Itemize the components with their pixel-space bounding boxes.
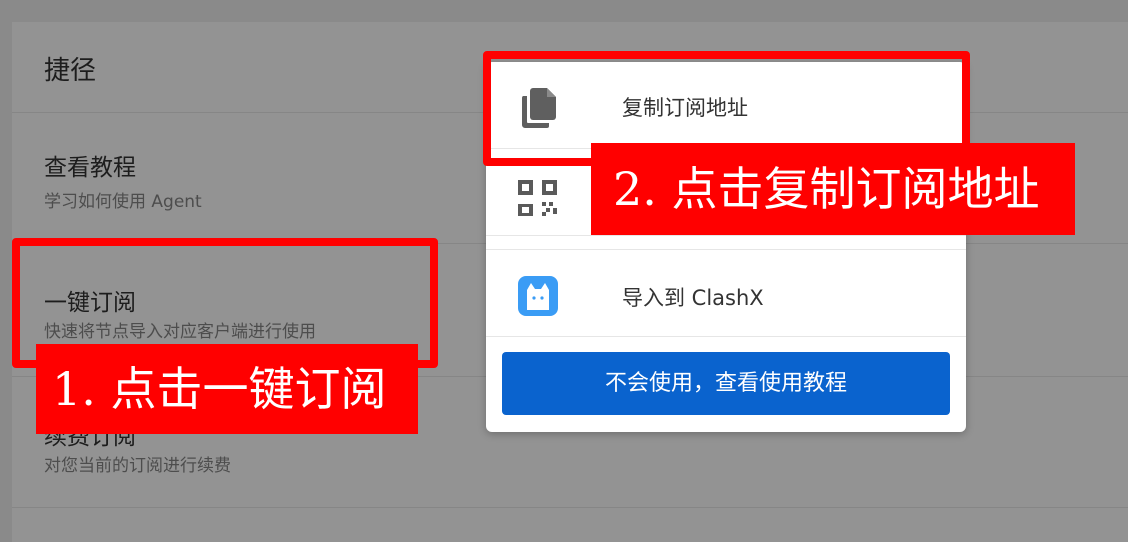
annotation-label-step1: 1. 点击一键订阅 <box>36 344 418 434</box>
menu-item-desc: 对您当前的订阅进行续费 <box>44 456 231 476</box>
qr-code-icon <box>518 180 557 216</box>
menu-item-desc: 学习如何使用 Agent <box>44 192 202 212</box>
import-to-clashx-option[interactable]: 导入到 ClashX <box>486 249 966 337</box>
import-to-clashx-label: 导入到 ClashX <box>622 286 764 310</box>
view-tutorial-button[interactable]: 不会使用，查看使用教程 <box>502 352 950 415</box>
clashx-cat-icon <box>518 276 558 316</box>
panel-title: 捷径 <box>44 56 97 86</box>
annotation-label-step2: 2. 点击复制订阅地址 <box>591 143 1075 235</box>
menu-item-title: 查看教程 <box>44 155 136 181</box>
